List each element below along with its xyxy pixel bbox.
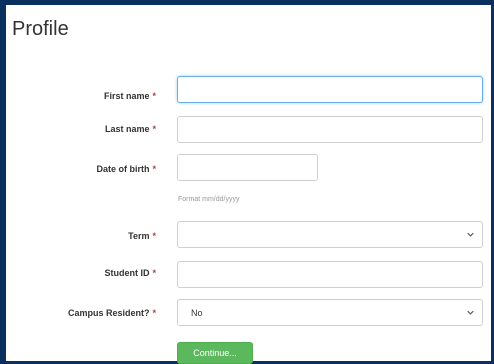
campus-resident-label: Campus Resident? * <box>67 308 156 318</box>
student-id-input[interactable] <box>177 261 483 288</box>
required-marker: * <box>152 124 156 134</box>
first-name-label: First name * <box>103 91 156 101</box>
required-marker: * <box>152 231 156 241</box>
campus-resident-select[interactable]: No <box>177 299 483 326</box>
student-id-label: Student ID * <box>104 268 156 278</box>
required-marker: * <box>152 164 156 174</box>
date-of-birth-label: Date of birth * <box>96 164 156 174</box>
required-marker: * <box>152 91 156 101</box>
date-format-hint: Format mm/dd/yyyy <box>178 196 240 203</box>
profile-panel: Profile First name * Last name * Date of b… <box>6 5 491 364</box>
required-marker: * <box>152 268 156 278</box>
term-label: Term * <box>128 231 156 241</box>
page-title: Profile <box>12 18 69 40</box>
required-marker: * <box>152 308 156 318</box>
first-name-input[interactable] <box>177 76 483 103</box>
campus-resident-selected-value: No <box>191 308 203 318</box>
last-name-input[interactable] <box>177 116 483 143</box>
chevron-down-icon <box>467 232 474 237</box>
term-select[interactable] <box>177 221 483 248</box>
chevron-down-icon <box>467 310 474 315</box>
last-name-label: Last name * <box>104 124 156 134</box>
date-of-birth-input[interactable] <box>177 154 318 181</box>
continue-button[interactable]: Continue... <box>177 342 253 364</box>
